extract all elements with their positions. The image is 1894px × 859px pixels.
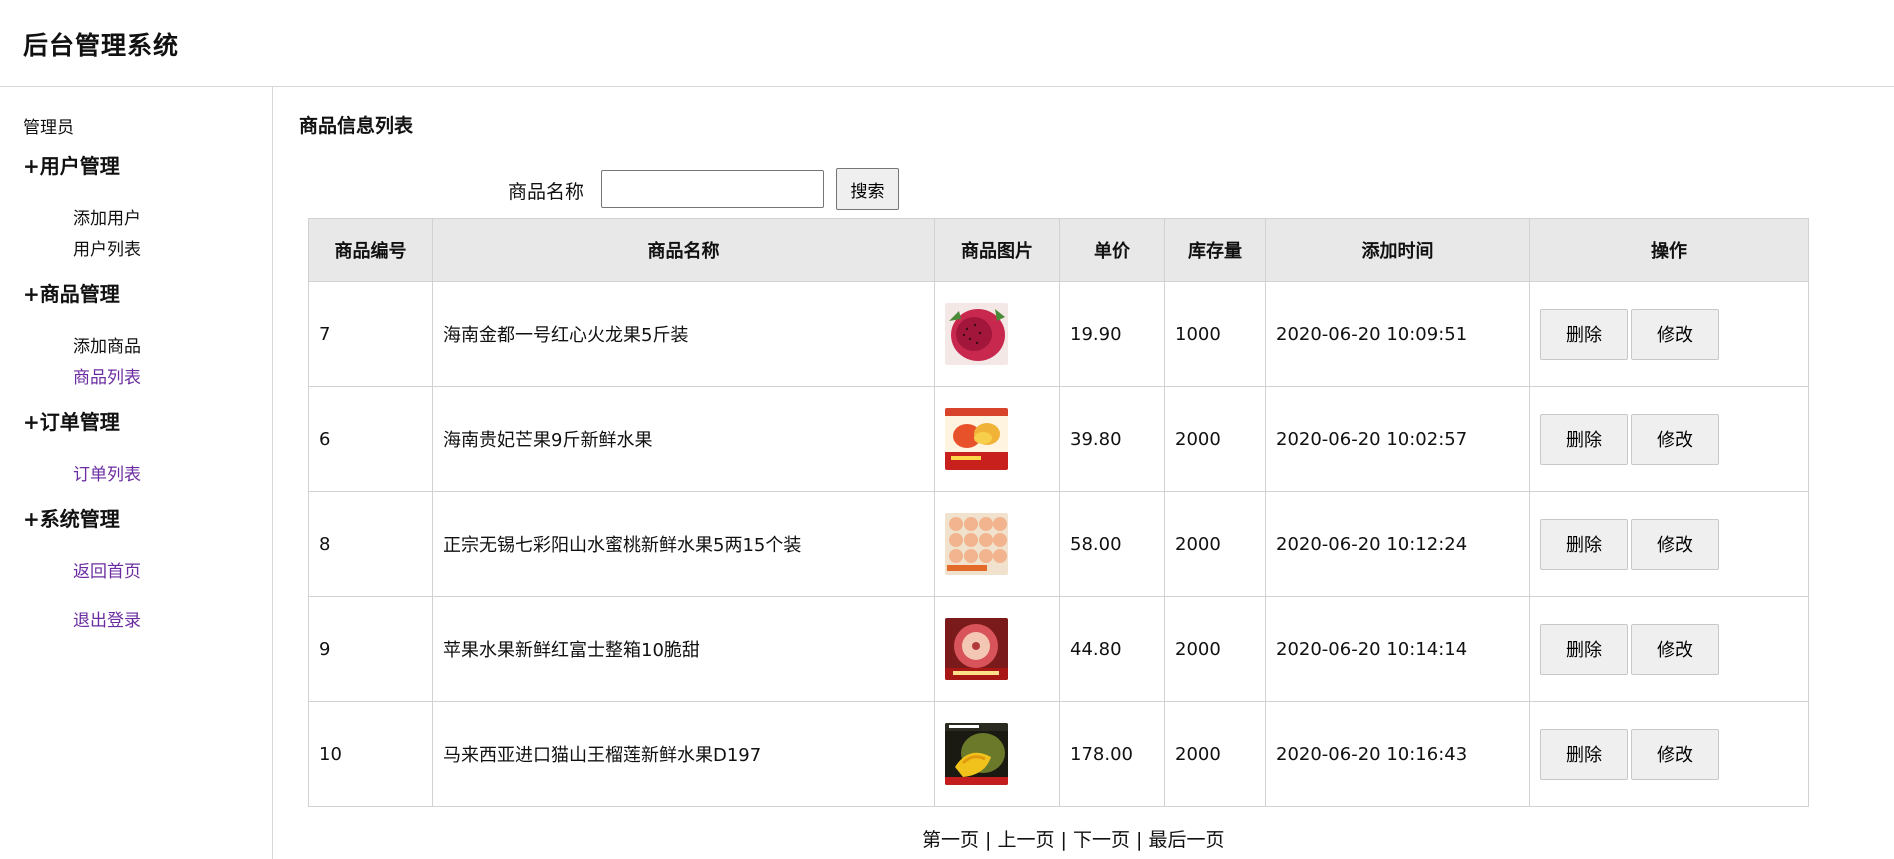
edit-button[interactable]: 修改	[1631, 518, 1719, 570]
goods-price-cell: 178.00	[1059, 701, 1165, 807]
peach-box-image	[945, 513, 1008, 575]
sidebar-item-back-home[interactable]: 返回首页	[73, 557, 141, 582]
goods-stock-cell: 2000	[1164, 596, 1266, 702]
sidebar-item-add-goods[interactable]: 添加商品	[73, 332, 141, 357]
apple-image	[945, 618, 1008, 680]
goods-time-cell: 2020-06-20 10:14:14	[1265, 596, 1530, 702]
pager-last-link[interactable]: 最后一页	[1149, 829, 1225, 851]
goods-table: 商品编号 商品名称 商品图片 单价 库存量 添加时间 操作 7 海南金都一号红心…	[308, 218, 1809, 807]
goods-price-cell: 19.90	[1059, 281, 1165, 387]
goods-time-cell: 2020-06-20 10:16:43	[1265, 701, 1530, 807]
goods-stock-cell: 2000	[1164, 386, 1266, 492]
sidebar-group-user-management[interactable]: +用户管理	[23, 150, 120, 179]
column-header-id: 商品编号	[308, 218, 433, 282]
sidebar-group-system-management[interactable]: +系统管理	[23, 503, 120, 532]
sidebar-item-add-user[interactable]: 添加用户	[73, 204, 141, 229]
table-row: 9 苹果水果新鲜红富士整箱10脆甜 44.80 2000 2020-06-20 …	[308, 596, 1809, 702]
pager-next-link[interactable]: 下一页	[1073, 829, 1130, 851]
sidebar: 管理员 +用户管理 添加用户 用户列表 +商品管理 添加商品 商品列表 +订单管…	[0, 87, 273, 859]
goods-stock-cell: 2000	[1164, 701, 1266, 807]
admin-role-label: 管理员	[23, 118, 74, 138]
sidebar-item-user-list[interactable]: 用户列表	[73, 235, 141, 260]
table-row: 10 马来西亚进口猫山王榴莲新鲜水果D197 178.00 2000 2020-…	[308, 701, 1809, 807]
edit-button[interactable]: 修改	[1631, 308, 1719, 360]
pager-separator: |	[1130, 829, 1149, 851]
goods-time-cell: 2020-06-20 10:12:24	[1265, 491, 1530, 597]
delete-button[interactable]: 删除	[1540, 728, 1628, 780]
edit-button[interactable]: 修改	[1631, 623, 1719, 675]
goods-name-cell: 苹果水果新鲜红富士整箱10脆甜	[432, 596, 935, 702]
goods-time-cell: 2020-06-20 10:09:51	[1265, 281, 1530, 387]
goods-name-cell: 正宗无锡七彩阳山水蜜桃新鲜水果5两15个装	[432, 491, 935, 597]
goods-time-cell: 2020-06-20 10:02:57	[1265, 386, 1530, 492]
goods-price-cell: 58.00	[1059, 491, 1165, 597]
sidebar-item-logout[interactable]: 退出登录	[73, 606, 141, 631]
actions-cell: 删除 修改	[1529, 491, 1809, 597]
goods-price-cell: 44.80	[1059, 596, 1165, 702]
mango-image	[945, 408, 1008, 470]
actions-cell: 删除 修改	[1529, 701, 1809, 807]
goods-stock-cell: 2000	[1164, 491, 1266, 597]
search-button[interactable]: 搜索	[836, 168, 899, 210]
edit-button[interactable]: 修改	[1631, 728, 1719, 780]
goods-id-cell: 9	[308, 596, 433, 702]
column-header-stock: 库存量	[1164, 218, 1266, 282]
goods-name-cell: 马来西亚进口猫山王榴莲新鲜水果D197	[432, 701, 935, 807]
pager-first-link[interactable]: 第一页	[922, 829, 979, 851]
page-title: 商品信息列表	[299, 115, 414, 137]
goods-price-cell: 39.80	[1059, 386, 1165, 492]
delete-button[interactable]: 删除	[1540, 518, 1628, 570]
goods-id-cell: 6	[308, 386, 433, 492]
top-bar: 后台管理系统	[0, 0, 1894, 87]
column-header-actions: 操作	[1529, 218, 1809, 282]
goods-name-cell: 海南金都一号红心火龙果5斤装	[432, 281, 935, 387]
actions-cell: 删除 修改	[1529, 596, 1809, 702]
goods-id-cell: 8	[308, 491, 433, 597]
delete-button[interactable]: 删除	[1540, 308, 1628, 360]
goods-name-cell: 海南贵妃芒果9斤新鲜水果	[432, 386, 935, 492]
search-label: 商品名称	[508, 181, 585, 203]
goods-stock-cell: 1000	[1164, 281, 1266, 387]
table-row: 6 海南贵妃芒果9斤新鲜水果 39.80 2000 2020-06-20 10:…	[308, 386, 1809, 492]
actions-cell: 删除 修改	[1529, 281, 1809, 387]
goods-id-cell: 10	[308, 701, 433, 807]
pager-separator: |	[1054, 829, 1073, 851]
table-row: 8 正宗无锡七彩阳山水蜜桃新鲜水果5两15个装 58.00 2000 2020-…	[308, 491, 1809, 597]
goods-id-cell: 7	[308, 281, 433, 387]
delete-button[interactable]: 删除	[1540, 413, 1628, 465]
column-header-price: 单价	[1059, 218, 1165, 282]
dragon-fruit-image	[945, 303, 1008, 365]
column-header-time: 添加时间	[1265, 218, 1530, 282]
pager-separator: |	[979, 829, 998, 851]
actions-cell: 删除 修改	[1529, 386, 1809, 492]
sidebar-group-order-management[interactable]: +订单管理	[23, 406, 120, 435]
table-header-row: 商品编号 商品名称 商品图片 单价 库存量 添加时间 操作	[308, 218, 1809, 282]
column-header-name: 商品名称	[432, 218, 935, 282]
pager-prev-link[interactable]: 上一页	[998, 829, 1055, 851]
app-title: 后台管理系统	[23, 31, 180, 60]
main-content: 商品信息列表 商品名称 搜索 商品编号 商品名称 商品图片 单价 库存量 添加时…	[274, 87, 1894, 859]
pagination: 第一页 | 上一页 | 下一页 | 最后一页	[922, 825, 1225, 852]
goods-name-search-input[interactable]	[601, 170, 824, 208]
sidebar-item-order-list[interactable]: 订单列表	[73, 460, 141, 485]
delete-button[interactable]: 删除	[1540, 623, 1628, 675]
edit-button[interactable]: 修改	[1631, 413, 1719, 465]
durian-image	[945, 723, 1008, 785]
table-row: 7 海南金都一号红心火龙果5斤装 19.90 1000 2020-06-20 1…	[308, 281, 1809, 387]
sidebar-group-goods-management[interactable]: +商品管理	[23, 278, 120, 307]
sidebar-item-goods-list[interactable]: 商品列表	[73, 363, 141, 388]
column-header-image: 商品图片	[934, 218, 1060, 282]
